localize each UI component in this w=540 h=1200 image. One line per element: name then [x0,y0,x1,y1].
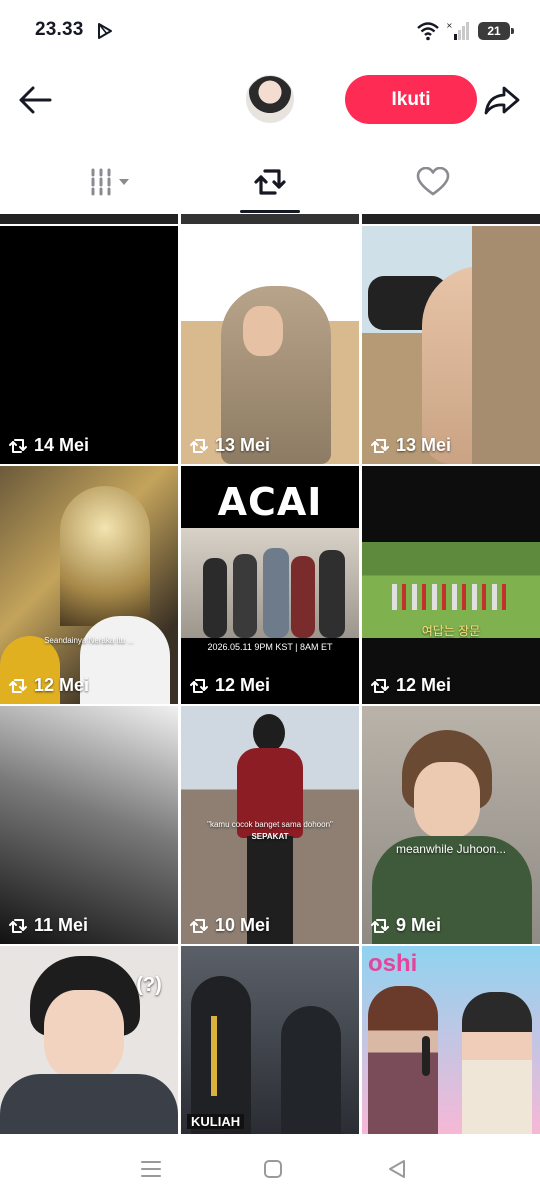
post-title: ACAI [217,480,323,524]
post-caption: (?) [136,974,162,996]
repost-icon [371,438,389,453]
face-image [44,990,124,1080]
post-repost-date: 9 Mei [370,915,441,936]
person-image [191,976,251,1134]
post-repost-date: 11 Mei [8,915,88,936]
repost-icon [9,438,27,453]
svg-text:×: × [446,21,453,30]
lanyard-image [211,1016,217,1096]
post-thumbnail[interactable]: 여답는 장문 12 Mei [362,466,540,704]
tab-liked[interactable] [388,150,478,214]
repost-icon [9,678,27,693]
post-caption-secondary: SEPAKAT [251,832,289,841]
person-image [263,548,289,638]
post-thumbnail[interactable]: 13 Mei [362,226,540,464]
repost-icon [371,678,389,693]
headscarf-image [472,226,540,464]
post-date: 14 Mei [34,435,90,455]
active-tab-indicator [240,210,300,213]
post-date: 12 Mei [396,675,452,695]
face-image [414,762,480,838]
post-thumbnail[interactable]: (?) [0,946,178,1134]
shirt-image [0,1074,178,1134]
top-navigation: Ikuti [0,62,540,138]
post-date: 11 Mei [34,915,89,935]
post-thumbnail[interactable]: ACAI 2026.05.11 9PM KST | 8AM ET 12 Mei [181,466,359,704]
heart-icon [416,167,450,196]
dancers-image [392,584,512,610]
post-thumbnail[interactable]: "kamu cocok banget sama dohoon" SEPAKAT … [181,706,359,944]
post-date: 13 Mei [215,435,271,455]
post-caption: "kamu cocok banget sama dohoon" [207,820,333,829]
post-caption: 여답는 장문 [421,624,481,638]
repost-icon [190,918,208,933]
system-back-button[interactable] [382,1154,412,1184]
post-caption: meanwhile Juhoon... [395,842,507,856]
head-image [253,714,285,752]
post-date: 10 Mei [215,915,271,935]
grid-icon [91,168,129,196]
home-square-icon [264,1160,282,1178]
status-time: 23.33 [35,19,84,40]
post-thumbnail[interactable]: 14 Mei [0,226,178,464]
repost-icon [190,438,208,453]
status-bar: 23.33 × 21 [0,0,540,62]
repost-icon [9,918,27,933]
person-image [291,556,315,638]
recent-apps-button[interactable] [136,1154,166,1184]
post-caption: oshi [368,950,418,977]
repost-icon [254,169,286,195]
microphone-image [422,1036,430,1076]
person-image [462,992,532,1134]
person-image [233,554,257,638]
post-repost-date: 12 Mei [189,675,270,696]
repost-icon [371,918,389,933]
post-date: 9 Mei [396,915,442,935]
grid-previous-row [0,214,540,224]
post-repost-date: 12 Mei [370,675,451,696]
back-triangle-icon [389,1160,405,1178]
person-image [281,1006,341,1134]
person-image [203,558,227,638]
person-image [319,550,345,638]
person-image [80,616,170,704]
post-thumbnail[interactable]: 11 Mei [0,706,178,944]
tab-videos[interactable] [66,150,156,214]
post-thumbnail[interactable]: oshi [362,946,540,1134]
post-repost-date: 13 Mei [189,435,270,456]
post-thumbnail[interactable]: KULIAH [181,946,359,1134]
system-navigation-bar [0,1136,540,1200]
post-subtitle: 2026.05.11 9PM KST | 8AM ET [207,642,333,652]
post-thumbnail[interactable]: meanwhile Juhoon... 9 Mei [362,706,540,944]
battery-level: 21 [487,24,501,38]
cellular-signal-icon: × [446,21,469,40]
post-thumbnail[interactable]: 13 Mei [181,226,359,464]
profile-tabs [0,150,540,214]
mosque-arch-image [60,486,150,626]
post-caption: Seandainya Neraka itu ... [44,636,134,645]
post-repost-date: 12 Mei [8,675,89,696]
menu-lines-icon [141,1161,161,1177]
post-date: 12 Mei [34,675,90,695]
share-icon[interactable] [482,80,522,120]
post-date: 12 Mei [215,675,271,695]
repost-icon [190,678,208,693]
post-repost-date: 13 Mei [370,435,451,456]
tab-reposts[interactable] [225,150,315,214]
post-repost-date: 14 Mei [8,435,89,456]
home-button[interactable] [258,1154,288,1184]
post-caption: KULIAH [187,1114,245,1129]
face-image [243,306,283,356]
profile-avatar[interactable] [246,75,294,123]
post-repost-date: 10 Mei [189,915,270,936]
wifi-icon [417,22,439,41]
post-thumbnail[interactable]: Seandainya Neraka itu ... 12 Mei [0,466,178,704]
play-store-icon [98,23,112,39]
post-date: 13 Mei [396,435,452,455]
follow-button[interactable]: Ikuti [345,75,477,124]
battery-indicator: 21 [478,22,514,40]
back-arrow-icon[interactable] [16,80,56,120]
